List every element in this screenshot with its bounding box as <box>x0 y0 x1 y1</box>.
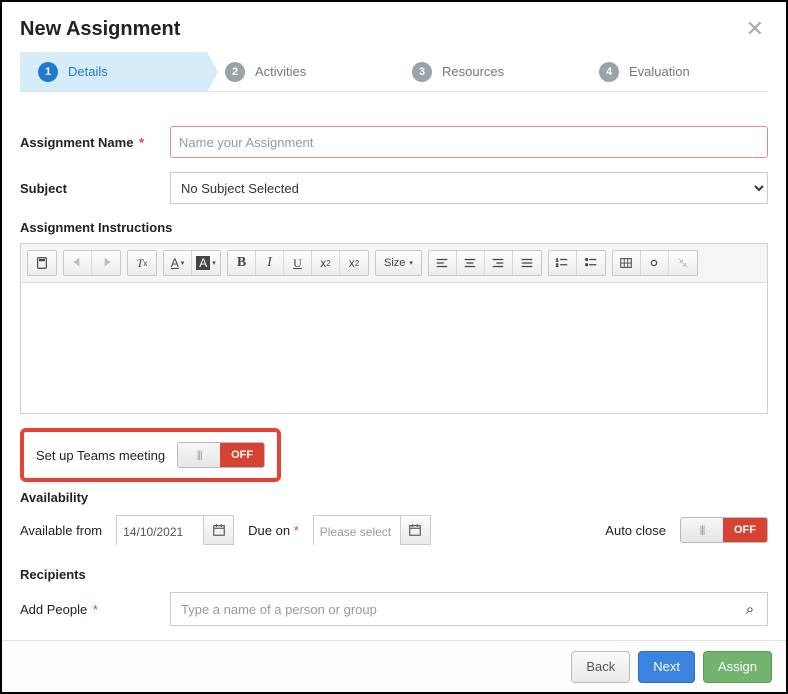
align-justify-icon[interactable] <box>513 251 541 275</box>
auto-close-toggle[interactable]: ||| OFF <box>680 517 768 543</box>
label-due-on: Due on * <box>248 523 299 538</box>
label-availability: Availability <box>20 490 768 505</box>
italic-icon[interactable]: I <box>256 251 284 275</box>
table-icon[interactable] <box>613 251 641 275</box>
modal-header: New Assignment ✕ <box>20 16 768 42</box>
toggle-state: OFF <box>220 443 264 467</box>
label-auto-close: Auto close <box>605 523 666 538</box>
search-icon[interactable]: ⌕ <box>733 593 767 625</box>
paste-icon[interactable] <box>28 251 56 275</box>
font-size-select[interactable]: Size▾ <box>376 251 421 275</box>
label-available-from: Available from <box>20 523 102 538</box>
rich-text-editor: Tx A▾ A▾ B I U x2 x2 Size▾ <box>20 243 768 414</box>
text-color-icon[interactable]: A▾ <box>164 251 192 275</box>
svg-text:2: 2 <box>556 263 559 268</box>
step-num: 4 <box>599 62 619 82</box>
subscript-icon[interactable]: x2 <box>312 251 340 275</box>
bold-icon[interactable]: B <box>228 251 256 275</box>
list-bullet-icon[interactable] <box>577 251 605 275</box>
label-subject: Subject <box>20 181 170 196</box>
available-from-input[interactable] <box>117 516 203 548</box>
unlink-icon[interactable] <box>669 251 697 275</box>
calendar-icon[interactable] <box>400 516 430 544</box>
step-label: Resources <box>442 64 504 79</box>
close-icon[interactable]: ✕ <box>742 16 768 42</box>
add-people-field[interactable]: ⌕ <box>170 592 768 626</box>
add-people-input[interactable] <box>171 593 733 625</box>
bg-color-icon[interactable]: A▾ <box>192 251 220 275</box>
teams-meeting-highlight: Set up Teams meeting ||| OFF <box>20 428 281 482</box>
toggle-state: OFF <box>723 518 767 542</box>
redo-icon[interactable] <box>92 251 120 275</box>
svg-text:1: 1 <box>556 257 559 262</box>
calendar-icon[interactable] <box>203 516 233 544</box>
editor-toolbar: Tx A▾ A▾ B I U x2 x2 Size▾ <box>21 244 767 283</box>
step-num: 2 <box>225 62 245 82</box>
due-on-field[interactable] <box>313 515 431 545</box>
teams-toggle[interactable]: ||| OFF <box>177 442 265 468</box>
step-resources[interactable]: 3 Resources <box>394 52 581 91</box>
step-label: Activities <box>255 64 306 79</box>
clear-format-icon[interactable]: Tx <box>128 251 156 275</box>
label-add-people: Add People * <box>20 602 170 617</box>
available-from-field[interactable] <box>116 515 234 545</box>
align-left-icon[interactable] <box>429 251 457 275</box>
superscript-icon[interactable]: x2 <box>340 251 368 275</box>
subject-select[interactable]: No Subject Selected <box>170 172 768 204</box>
wizard-stepper: 1 Details 2 Activities 3 Resources 4 Eva… <box>20 52 768 92</box>
assignment-name-input[interactable] <box>170 126 768 158</box>
toggle-grip-icon: ||| <box>681 518 723 542</box>
next-button[interactable]: Next <box>638 651 695 683</box>
label-instructions: Assignment Instructions <box>20 220 768 235</box>
modal-footer: Back Next Assign <box>2 640 786 692</box>
step-label: Details <box>68 64 108 79</box>
list-ordered-icon[interactable]: 12 <box>549 251 577 275</box>
undo-icon[interactable] <box>64 251 92 275</box>
assign-button[interactable]: Assign <box>703 651 772 683</box>
step-label: Evaluation <box>629 64 690 79</box>
step-activities[interactable]: 2 Activities <box>207 52 394 91</box>
align-right-icon[interactable] <box>485 251 513 275</box>
toggle-grip-icon: ||| <box>178 443 220 467</box>
step-evaluation[interactable]: 4 Evaluation <box>581 52 768 91</box>
teams-label: Set up Teams meeting <box>36 448 165 463</box>
label-recipients: Recipients <box>20 567 768 582</box>
back-button[interactable]: Back <box>571 651 630 683</box>
step-num: 3 <box>412 62 432 82</box>
underline-icon[interactable]: U <box>284 251 312 275</box>
label-assignment-name: Assignment Name * <box>20 135 170 150</box>
modal-title: New Assignment <box>20 18 180 41</box>
align-center-icon[interactable] <box>457 251 485 275</box>
editor-body[interactable] <box>21 283 767 413</box>
due-on-input[interactable] <box>314 516 400 548</box>
step-details[interactable]: 1 Details <box>20 52 207 91</box>
step-num: 1 <box>38 62 58 82</box>
link-icon[interactable] <box>641 251 669 275</box>
